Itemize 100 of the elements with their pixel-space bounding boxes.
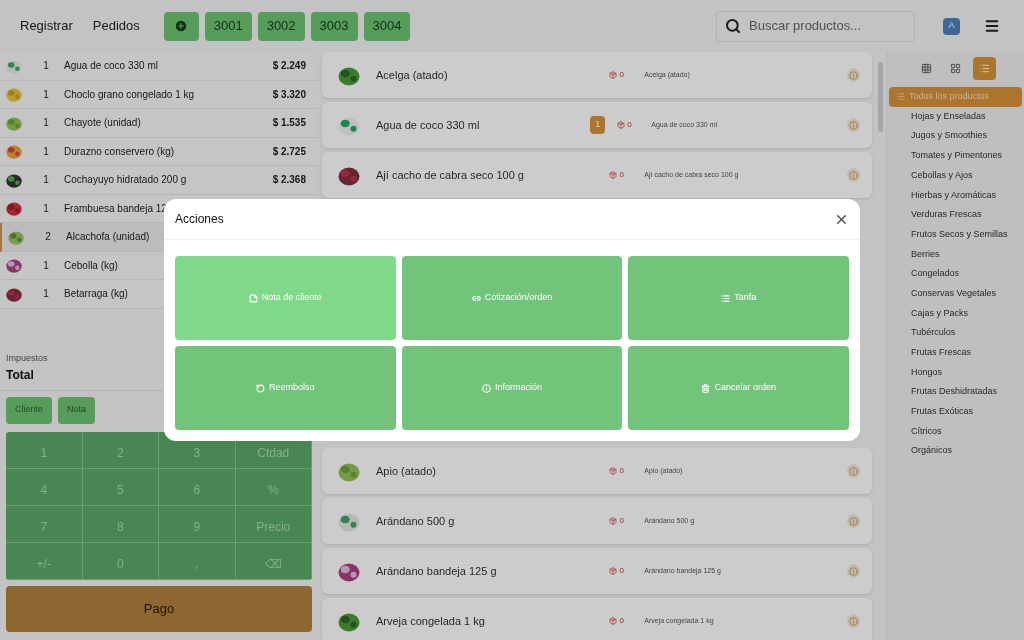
category-label: Tubérculos (911, 326, 956, 340)
stock-icon (609, 467, 618, 475)
list-icon (721, 293, 731, 303)
refund-icon (256, 383, 266, 393)
total-label: Total (6, 366, 35, 384)
order-tab[interactable]: 3004 (363, 11, 411, 41)
info-icon[interactable] (846, 564, 860, 578)
nav-link[interactable]: Pedidos (88, 16, 144, 36)
category-label: Frutos Secos y Semillas (911, 227, 1008, 241)
category-item[interactable]: Frutas Frescas (889, 342, 1022, 363)
product-name: Ají cacho de cabra seco 100 g (376, 167, 525, 183)
category-item[interactable]: Tomates y Pimentones (889, 146, 1022, 166)
category-item[interactable]: Hongos (889, 362, 1022, 383)
category-item[interactable]: Cajas y Packs (889, 303, 1022, 324)
pay-button[interactable]: Pago (6, 585, 312, 632)
line-product-name: Choclo grano congelado 1 kg (64, 87, 195, 102)
line-quantity: 1 (42, 87, 50, 102)
category-item[interactable]: Hierbas y Aromáticas (889, 185, 1022, 206)
line-price: $ 2.249 (272, 59, 306, 74)
stock-icon (609, 567, 618, 575)
line-quantity: 1 (42, 173, 50, 188)
list-view-button[interactable] (973, 57, 996, 80)
order-tab[interactable]: 3003 (310, 11, 358, 41)
large-grid-icon (950, 63, 961, 74)
category-item[interactable]: Frutas Exóticas (889, 402, 1022, 422)
line-quantity: 2 (44, 230, 52, 245)
stock-count: 0 (619, 565, 624, 577)
stock-count: 0 (619, 69, 624, 81)
category-item[interactable]: Orgánicos (889, 441, 1022, 462)
cart-count-badge: 1 (590, 116, 606, 134)
info-icon[interactable] (846, 168, 860, 182)
stock-icon (609, 171, 618, 179)
category-label: Hierbas y Aromáticas (911, 188, 997, 202)
category-label: Hongos (911, 365, 943, 379)
search-input[interactable]: Buscar productos... (749, 16, 899, 36)
info-icon[interactable] (846, 614, 860, 628)
category-label: Todos los productos (909, 90, 990, 104)
menu-icon[interactable] (984, 18, 1000, 34)
info-icon[interactable] (846, 68, 860, 82)
search-icon (725, 18, 741, 34)
order-tab[interactable]: 3002 (257, 11, 305, 41)
nav-link[interactable]: Registrar (16, 16, 77, 36)
small-grid-icon (921, 63, 932, 74)
category-label: Congelados (911, 267, 960, 281)
category-item[interactable]: Frutos Secos y Semillas (889, 224, 1022, 245)
order-tab[interactable]: 3001 (204, 11, 252, 41)
trash-icon (701, 383, 711, 393)
line-quantity: 1 (42, 59, 50, 74)
category-label: Conservas Vegetales (911, 286, 997, 300)
category-label: Tomates y Pimentones (911, 149, 1003, 163)
category-label: Verduras Frescas (911, 208, 982, 222)
line-product-name: Agua de coco 330 ml (64, 59, 158, 74)
product-name: Arveja congelada 1 kg (376, 613, 486, 629)
line-price: $ 1.535 (272, 116, 306, 131)
category-item[interactable]: Tubérculos (889, 323, 1022, 343)
category-item[interactable]: Congelados (889, 264, 1022, 284)
new-order-button[interactable] (163, 11, 199, 41)
line-price: $ 2.725 (272, 144, 306, 159)
category-item[interactable]: Cebollas y Ajos (889, 165, 1022, 186)
stock-icon (617, 121, 626, 129)
category-label: Cebollas y Ajos (911, 168, 973, 182)
search-field[interactable]: Buscar productos... (716, 10, 915, 42)
action-label: Reembolso (269, 381, 315, 395)
stock-count: 0 (619, 465, 624, 477)
taxes-label: Impuestos (6, 352, 49, 365)
line-quantity: 1 (42, 258, 50, 273)
info-icon[interactable] (847, 118, 860, 132)
info-icon[interactable] (846, 514, 860, 528)
category-label: Berries (911, 247, 940, 261)
category-label: Cítricos (911, 424, 942, 438)
line-quantity: 1 (42, 144, 50, 159)
product-name: Arándano 500 g (376, 513, 456, 529)
stock-icon (609, 71, 618, 79)
stock-icon (609, 617, 618, 625)
stock-count: 0 (627, 119, 632, 131)
line-product-name: Betarraga (kg) (64, 287, 128, 302)
info-icon (481, 383, 491, 393)
line-price: $ 3.320 (272, 87, 306, 102)
category-item[interactable]: Hojas y Enseladas (889, 106, 1022, 127)
scrollbar-thumb[interactable] (878, 62, 883, 132)
list-icon (979, 63, 990, 74)
category-item[interactable]: Cítricos (889, 421, 1022, 442)
category-item[interactable]: Conservas Vegetales (889, 283, 1022, 304)
list-icon (896, 92, 905, 102)
line-product-name: Cebolla (kg) (64, 258, 118, 273)
product-name: Apio (atado) (376, 463, 437, 479)
product-name: Acelga (atado) (376, 67, 449, 83)
category-item[interactable]: Frutas Deshidratadas (889, 382, 1022, 402)
category-label: Frutas Deshidratadas (911, 385, 998, 399)
link-icon (471, 293, 481, 303)
info-icon[interactable] (846, 464, 860, 478)
category-item[interactable]: Jugos y Smoothies (889, 126, 1022, 147)
category-item[interactable]: Berries (889, 244, 1022, 265)
category-label: Frutas Frescas (911, 346, 971, 360)
plus-icon (174, 19, 189, 33)
category-item[interactable]: Verduras Frescas (889, 205, 1022, 225)
user-avatar[interactable]: A (943, 17, 960, 35)
category-label: Hojas y Enseladas (911, 109, 986, 123)
category-label: Frutas Exóticas (911, 405, 974, 419)
action-label: Tarifa (734, 291, 757, 305)
